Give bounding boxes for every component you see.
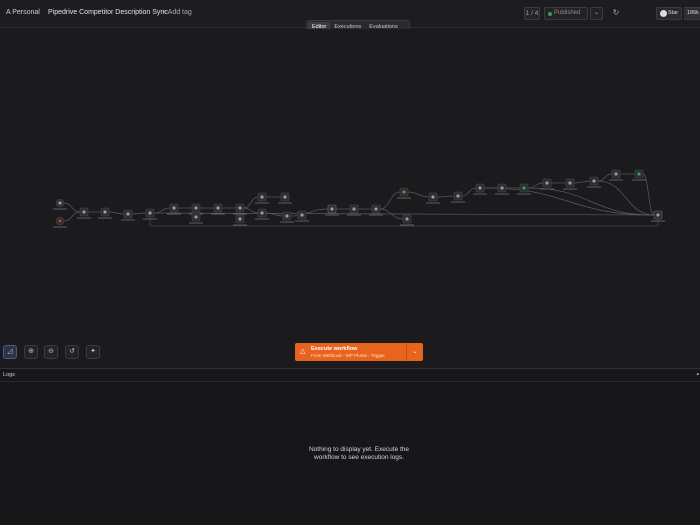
workflow-node[interactable] [587, 176, 601, 188]
workflow-node[interactable] [121, 209, 135, 221]
workflow-node[interactable] [540, 178, 554, 190]
workflow-edge [243, 207, 259, 214]
workflow-node[interactable] [255, 192, 269, 204]
workflow-node[interactable] [563, 178, 577, 190]
github-star-count[interactable]: 186k [684, 7, 700, 20]
chevron-down-icon: ⌄ [593, 10, 600, 16]
workflow-canvas[interactable] [0, 29, 700, 367]
workflow-edge [131, 212, 147, 215]
logs-empty-message: Nothing to display yet. Execute the work… [308, 446, 410, 461]
github-star-button[interactable]: Star [656, 7, 682, 20]
execute-trigger-label: From Webhook - WP Plume - Trigger [311, 353, 385, 358]
workflow-node[interactable] [397, 187, 411, 199]
github-star-label: Star [668, 10, 679, 16]
workflow-edge [436, 195, 455, 198]
workflow-node[interactable] [53, 198, 67, 210]
zoom-out-icon: ⊖ [48, 348, 54, 355]
zoom-to-fit-button[interactable]: ◿ [3, 345, 17, 359]
logs-title: Logs [3, 372, 15, 378]
workflow-node[interactable] [426, 192, 440, 204]
zoom-in-button[interactable]: ⊕ [24, 345, 38, 359]
workflow-graph [53, 169, 665, 228]
published-dot-icon [548, 12, 552, 16]
workflow-node[interactable] [233, 203, 247, 215]
workflow-edge [290, 208, 329, 217]
logs-divider [0, 381, 700, 382]
workflow-node[interactable] [517, 183, 531, 195]
history-icon: ↻ [612, 8, 620, 17]
github-icon [660, 10, 667, 17]
chevron-down-icon: ⌄ [412, 349, 418, 355]
workflow-node[interactable] [98, 207, 112, 219]
workflow-node[interactable] [609, 169, 623, 181]
workflow-edge [153, 212, 655, 216]
workflow-node[interactable] [278, 192, 292, 204]
workflow-edge [153, 207, 171, 214]
wand-icon: ✦ [90, 348, 96, 355]
fit-view-icon: ◿ [7, 348, 13, 355]
workflow-node[interactable] [77, 207, 91, 219]
workflow-node[interactable] [53, 216, 67, 228]
workflow-edge [63, 211, 81, 222]
version-count-badge[interactable]: 1 / 4 [524, 7, 540, 20]
workflow-edge [379, 191, 401, 210]
workflow-edge [63, 202, 81, 213]
add-tag-button[interactable]: + Add tag [162, 9, 192, 16]
workflow-node[interactable] [233, 214, 247, 226]
workflow-node[interactable] [400, 214, 414, 226]
workflow-edge [461, 187, 477, 197]
workflow-node[interactable] [473, 183, 487, 195]
publish-status-label: Published [554, 10, 581, 16]
zoom-in-icon: ⊕ [28, 348, 34, 355]
workflow-edge [573, 180, 591, 184]
workflow-node[interactable] [295, 210, 309, 222]
logs-panel: Logs ▴ Nothing to display yet. Execute t… [0, 368, 700, 525]
workflow-edge [527, 187, 655, 216]
collapse-logs-icon[interactable]: ▴ [696, 371, 699, 377]
publish-menu-button[interactable]: ⌄ [590, 7, 603, 20]
reset-icon: ↺ [69, 348, 75, 355]
history-button[interactable]: ↻ [610, 7, 622, 20]
workflow-edge [483, 187, 655, 216]
execute-workflow-button[interactable]: △ Execute workflow From Webhook - WP Plu… [295, 343, 423, 361]
workflow-node[interactable] [495, 183, 509, 195]
workflow-edge [108, 211, 125, 215]
clean-up-button[interactable]: ✦ [86, 345, 100, 359]
workflow-edge [527, 182, 544, 189]
workflow-edge [597, 180, 655, 216]
workflow-title[interactable]: Pipedrive Competitor Description Sync [48, 9, 168, 16]
workflow-node[interactable] [189, 212, 203, 224]
workflow-node[interactable] [451, 191, 465, 203]
workflow-node[interactable] [632, 169, 646, 181]
execute-label: Execute workflow [311, 346, 358, 352]
publish-status-button[interactable]: Published [544, 7, 588, 20]
reset-zoom-button[interactable]: ↺ [65, 345, 79, 359]
workflow-edge [407, 191, 430, 198]
breadcrumb-project[interactable]: A Personal [6, 9, 40, 16]
workflow-node[interactable] [255, 208, 269, 220]
execute-options-button[interactable]: ⌄ [406, 343, 423, 361]
zoom-out-button[interactable]: ⊖ [44, 345, 58, 359]
flask-icon: △ [300, 348, 306, 355]
